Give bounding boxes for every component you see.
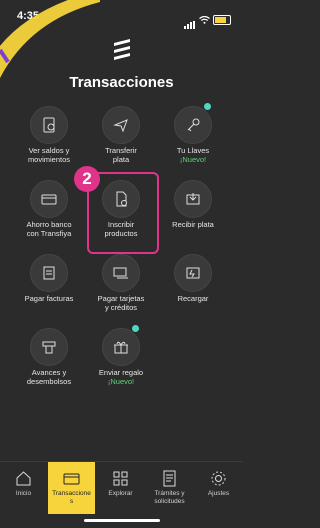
recharge-icon [186,267,200,279]
transfer-plane-icon [113,119,128,133]
signal-icon [184,11,196,29]
bottom-tab-bar: Inicio Transaccione s Explorar Trámites y… [0,461,243,514]
gift-icon [114,341,128,354]
wallet-icon [63,473,80,485]
battery-icon [213,15,231,25]
grid-icon [113,471,128,486]
gear-icon [211,471,226,486]
option-pagar-tarjetas[interactable]: Pagar tarjetas y créditos [82,254,160,324]
atm-icon [42,341,56,354]
tab-explorar[interactable]: Explorar [97,462,144,514]
invoice-icon [43,266,55,280]
key-icon [187,118,200,132]
decorative-shape [0,0,100,78]
option-tu-llaves[interactable]: Tu Llaves ¡Nuevo! [154,103,232,176]
option-transferir-plata[interactable]: Transferir plata [82,106,160,176]
wifi-icon [199,16,210,24]
option-enviar-regalo[interactable]: Enviar regalo ¡Nuevo! [82,325,160,398]
option-ver-saldos[interactable]: Ver saldos y movimientos [10,106,88,176]
option-recibir-plata[interactable]: Recibir plata [154,180,232,250]
option-avances[interactable]: Avances y desembolsos [10,328,88,398]
step-badge: 2 [74,166,100,192]
paperwork-icon [163,470,176,487]
receive-money-icon [186,193,200,205]
document-dollar-icon [43,117,55,133]
option-ahorro-banco[interactable]: Ahorro banco con Transfiya [10,180,88,250]
new-indicator-dot [204,103,211,110]
tab-ajustes[interactable]: Ajustes [195,462,242,514]
bank-card-icon [41,194,57,205]
page-title: Transacciones [69,74,174,91]
bank-logo-icon [114,39,130,60]
option-pagar-facturas[interactable]: Pagar facturas [10,254,88,324]
new-indicator-dot [132,325,139,332]
tab-tramites[interactable]: Trámites y solicitudes [146,462,193,514]
home-indicator [84,519,160,522]
option-recargar[interactable]: Recargar [154,254,232,324]
tab-inicio[interactable]: Inicio [0,462,47,514]
status-icons [184,11,231,29]
home-icon [16,471,31,486]
card-pay-icon [113,267,128,279]
tab-transacciones[interactable]: Transaccione s [48,462,95,514]
